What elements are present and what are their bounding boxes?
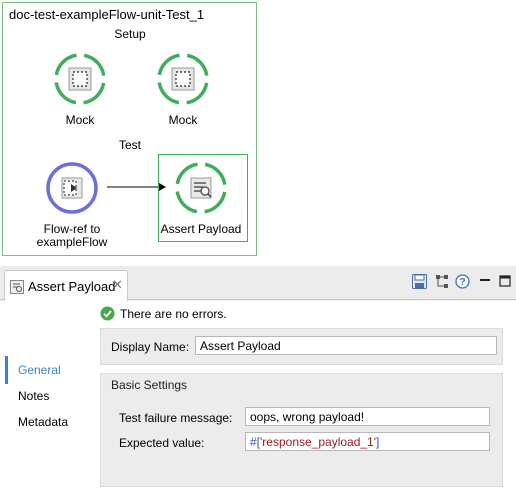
minimize-icon[interactable]	[479, 274, 491, 292]
maximize-icon[interactable]	[499, 274, 511, 292]
help-icon[interactable]: ?	[455, 274, 470, 294]
properties-editor: Assert Payload ✕ ? General Notes Metadat…	[0, 266, 516, 489]
tab-assert-payload[interactable]: Assert Payload ✕	[4, 270, 128, 301]
svg-text:?: ?	[459, 277, 465, 288]
editor-sidebar: General Notes Metadata	[0, 301, 92, 489]
assert-payload-node[interactable]	[173, 160, 229, 216]
tree-icon[interactable]	[435, 274, 450, 294]
check-circle-icon	[100, 306, 115, 326]
basic-settings-title: Basic Settings	[111, 378, 188, 392]
failure-message-label: Test failure message:	[119, 411, 233, 425]
general-panel: Display Name: Assert Payload	[100, 328, 503, 365]
close-icon[interactable]: ✕	[112, 277, 123, 293]
sidebar-item-metadata[interactable]: Metadata	[18, 415, 68, 429]
expected-value-field[interactable]: #['response_payload_1']	[245, 432, 490, 451]
assert-tab-icon	[10, 280, 24, 299]
sidebar-item-general[interactable]: General	[18, 363, 61, 377]
expression-prefix: #[	[250, 435, 261, 449]
active-marker	[5, 356, 8, 384]
basic-settings-panel: Basic Settings Test failure message: oop…	[100, 373, 503, 487]
assert-icon	[175, 162, 227, 214]
display-name-field[interactable]: Assert Payload	[195, 336, 497, 355]
editor-content: There are no errors. Display Name: Asser…	[92, 301, 516, 489]
expression-suffix: ]	[376, 435, 380, 449]
tab-label: Assert Payload	[28, 279, 116, 294]
expected-value-label: Expected value:	[119, 436, 205, 450]
flow-canvas[interactable]: doc-test-exampleFlow-unit-Test_1 Setup M…	[2, 2, 257, 256]
status-message: There are no errors.	[120, 307, 227, 321]
assert-payload-label: Assert Payload	[160, 222, 242, 236]
save-icon[interactable]	[412, 274, 427, 294]
sidebar-item-notes[interactable]: Notes	[18, 389, 49, 403]
basic-settings-group: Test failure message: oops, wrong payloa…	[107, 396, 496, 476]
editor-tab-strip: Assert Payload ✕ ?	[0, 266, 516, 301]
expression-string: 'response_payload_1'	[260, 435, 377, 449]
failure-message-field[interactable]: oops, wrong payload!	[245, 407, 490, 426]
display-name-label: Display Name:	[111, 340, 190, 354]
